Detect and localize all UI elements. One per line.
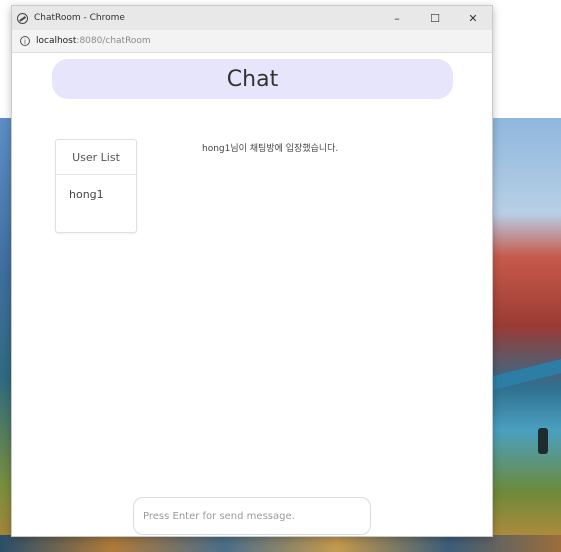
- message-input-wrapper: [133, 497, 371, 535]
- chat-title: Chat: [52, 59, 453, 99]
- maximize-button[interactable]: ☐: [416, 6, 454, 30]
- info-icon[interactable]: i: [20, 36, 30, 46]
- wallpaper-right-strip: [490, 118, 561, 552]
- address-bar[interactable]: i localhost:8080/chatRoom: [12, 30, 492, 53]
- message-input[interactable]: [134, 498, 370, 534]
- minimize-button[interactable]: –: [378, 6, 416, 30]
- page-content: Chat User List hong1 hong1님이 채팅방에 입장했습니다…: [12, 53, 492, 536]
- wallpaper-lamp: [538, 428, 548, 454]
- system-message: hong1님이 채팅방에 입장했습니다.: [202, 144, 339, 154]
- user-list-item[interactable]: hong1: [56, 175, 136, 201]
- url-text[interactable]: localhost:8080/chatRoom: [36, 36, 151, 46]
- url-host: localhost: [36, 36, 77, 46]
- title-bar[interactable]: ChatRoom - Chrome – ☐ ✕: [12, 6, 492, 30]
- app-icon: [17, 12, 28, 24]
- wallpaper-bottom-strip: [0, 535, 561, 552]
- close-button[interactable]: ✕: [454, 6, 492, 30]
- wallpaper-bridge: [490, 359, 561, 391]
- user-list-title: User List: [56, 140, 136, 175]
- url-path: :8080/chatRoom: [76, 36, 151, 46]
- user-list-panel: User List hong1: [55, 139, 137, 233]
- window-controls: – ☐ ✕: [378, 6, 492, 30]
- browser-window: ChatRoom - Chrome – ☐ ✕ i localhost:8080…: [11, 5, 493, 537]
- window-title: ChatRoom - Chrome: [34, 13, 125, 23]
